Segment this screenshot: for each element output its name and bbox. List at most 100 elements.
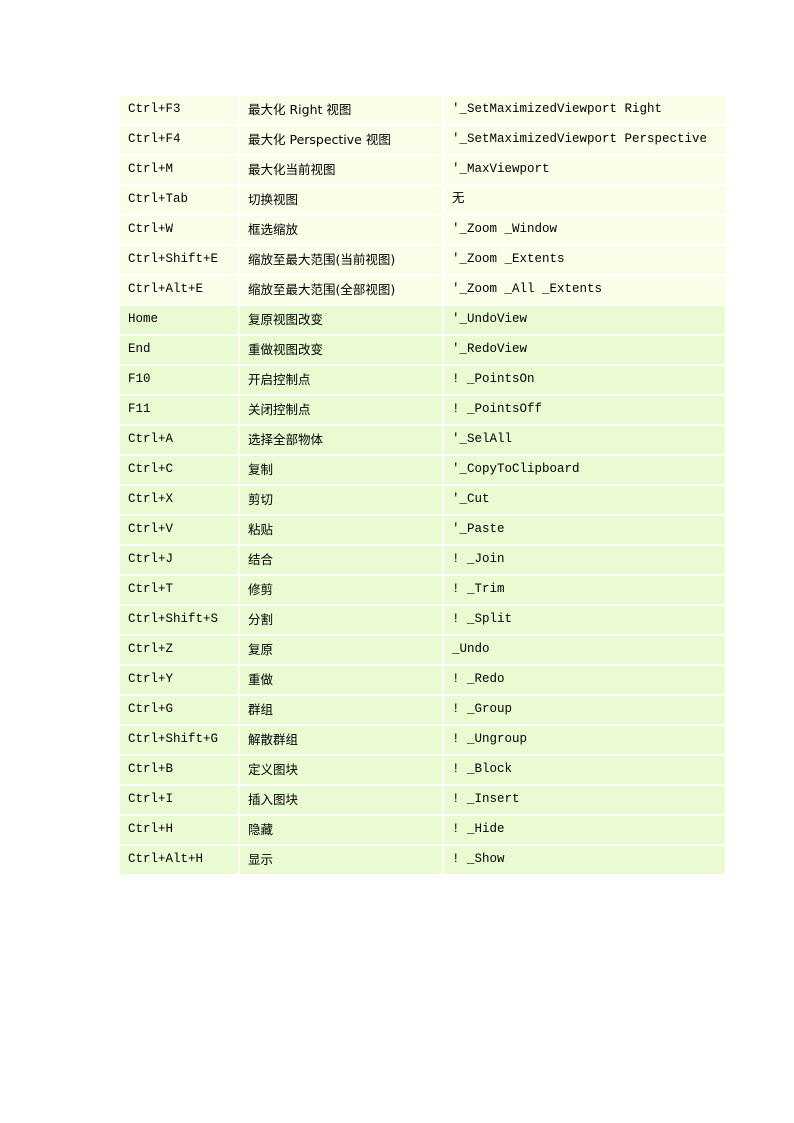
table-row: F11 关闭控制点! _PointsOff (120, 396, 725, 426)
shortcut-description-cell: 重做视图改变 (240, 336, 444, 366)
shortcut-command-cell: ! _Trim (444, 576, 725, 606)
shortcut-key-cell: Home (120, 306, 240, 336)
table-row: Ctrl+C 复制 '_CopyToClipboard (120, 456, 725, 486)
shortcut-command-cell: ! _Hide (444, 816, 725, 846)
shortcut-command-cell: '_RedoView (444, 336, 725, 366)
shortcut-description-cell: 复制 (240, 456, 444, 486)
shortcut-key-cell: Ctrl+Shift+E (120, 246, 240, 276)
table-row: Ctrl+G 群组! _Group (120, 696, 725, 726)
table-row: Home 复原视图改变 '_UndoView (120, 306, 725, 336)
shortcut-description-cell: 解散群组 (240, 726, 444, 756)
table-row: End 重做视图改变 '_RedoView (120, 336, 725, 366)
shortcut-description-cell: 复原视图改变 (240, 306, 444, 336)
shortcut-command-cell: ! _Insert (444, 786, 725, 816)
shortcut-key-cell: Ctrl+T (120, 576, 240, 606)
shortcut-key-cell: Ctrl+I (120, 786, 240, 816)
shortcut-command-cell: ! _Ungroup (444, 726, 725, 756)
shortcut-description-cell: 插入图块 (240, 786, 444, 816)
table-row: Ctrl+W 框选缩放 '_Zoom _Window (120, 216, 725, 246)
shortcut-description-cell: 最大化 Right 视图 (240, 96, 444, 126)
shortcut-description-cell: 缩放至最大范围(当前视图) (240, 246, 444, 276)
shortcut-key-cell: Ctrl+Y (120, 666, 240, 696)
document-page: Ctrl+F3 最大化 Right 视图 '_SetMaximizedViewpor… (0, 0, 794, 1123)
shortcut-key-cell: Ctrl+C (120, 456, 240, 486)
shortcut-command-cell: ! _PointsOff (444, 396, 725, 426)
table-row: F10 开启控制点! _PointsOn (120, 366, 725, 396)
table-row: Ctrl+T 修剪! _Trim (120, 576, 725, 606)
shortcut-command-cell: '_MaxViewport (444, 156, 725, 186)
table-row: Ctrl+F4 最大化 Perspective 视图 '_SetMaximizedV… (120, 126, 725, 156)
shortcut-description-cell: 切换视图 (240, 186, 444, 216)
shortcut-description-cell: 开启控制点 (240, 366, 444, 396)
table-row: Ctrl+Alt+E 缩放至最大范围(全部视图) '_Zoom _All _Exte… (120, 276, 725, 306)
shortcut-description-cell: 复原 (240, 636, 444, 666)
shortcut-description-cell: 最大化 Perspective 视图 (240, 126, 444, 156)
shortcut-command-cell: '_Cut (444, 486, 725, 516)
table-row: Ctrl+Shift+E 缩放至最大范围(当前视图) '_Zoom _Extents (120, 246, 725, 276)
table-row: Ctrl+B 定义图块! _Block (120, 756, 725, 786)
shortcut-description-cell: 隐藏 (240, 816, 444, 846)
shortcut-command-cell: ! _Split (444, 606, 725, 636)
table-row: Ctrl+V 粘贴 '_Paste (120, 516, 725, 546)
shortcut-description-cell: 显示 (240, 846, 444, 876)
shortcut-description-cell: 剪切 (240, 486, 444, 516)
shortcut-command-cell: '_UndoView (444, 306, 725, 336)
shortcut-command-cell: '_SetMaximizedViewport Perspective (444, 126, 725, 156)
shortcut-key-cell: Ctrl+F3 (120, 96, 240, 126)
shortcut-command-cell: ! _Group (444, 696, 725, 726)
shortcut-command-cell: '_CopyToClipboard (444, 456, 725, 486)
table-row: Ctrl+M 最大化当前视图 '_MaxViewport (120, 156, 725, 186)
table-row: Ctrl+H 隐藏! _Hide (120, 816, 725, 846)
shortcut-command-cell: 无 (444, 186, 725, 216)
shortcut-command-cell: '_Zoom _Window (444, 216, 725, 246)
shortcut-key-cell: Ctrl+Alt+E (120, 276, 240, 306)
keyboard-shortcut-table: Ctrl+F3 最大化 Right 视图 '_SetMaximizedViewpor… (120, 96, 725, 876)
table-row: Ctrl+Shift+S 分割! _Split (120, 606, 725, 636)
shortcut-description-cell: 分割 (240, 606, 444, 636)
shortcut-key-cell: Ctrl+X (120, 486, 240, 516)
shortcut-key-cell: Ctrl+Shift+S (120, 606, 240, 636)
shortcut-description-cell: 重做 (240, 666, 444, 696)
shortcut-key-cell: Ctrl+B (120, 756, 240, 786)
shortcut-key-cell: End (120, 336, 240, 366)
shortcut-description-cell: 定义图块 (240, 756, 444, 786)
table-body: Ctrl+F3 最大化 Right 视图 '_SetMaximizedViewpor… (120, 96, 725, 876)
shortcut-description-cell: 粘贴 (240, 516, 444, 546)
shortcut-command-cell: '_SelAll (444, 426, 725, 456)
shortcut-key-cell: Ctrl+Tab (120, 186, 240, 216)
shortcut-description-cell: 最大化当前视图 (240, 156, 444, 186)
table-row: Ctrl+Tab 切换视图无 (120, 186, 725, 216)
shortcut-description-cell: 选择全部物体 (240, 426, 444, 456)
table-row: Ctrl+I 插入图块! _Insert (120, 786, 725, 816)
shortcut-key-cell: Ctrl+Shift+G (120, 726, 240, 756)
shortcut-key-cell: F10 (120, 366, 240, 396)
table-row: Ctrl+Alt+H 显示! _Show (120, 846, 725, 876)
shortcut-command-cell: ! _Show (444, 846, 725, 876)
shortcut-command-cell: _Undo (444, 636, 725, 666)
shortcut-command-cell: ! _PointsOn (444, 366, 725, 396)
shortcut-command-cell: '_Paste (444, 516, 725, 546)
shortcut-description-cell: 关闭控制点 (240, 396, 444, 426)
shortcut-key-cell: Ctrl+A (120, 426, 240, 456)
shortcut-key-cell: Ctrl+G (120, 696, 240, 726)
table-row: Ctrl+J 结合! _Join (120, 546, 725, 576)
shortcut-description-cell: 缩放至最大范围(全部视图) (240, 276, 444, 306)
shortcut-description-cell: 框选缩放 (240, 216, 444, 246)
table-row: Ctrl+A 选择全部物体 '_SelAll (120, 426, 725, 456)
shortcut-key-cell: Ctrl+W (120, 216, 240, 246)
shortcut-command-cell: '_Zoom _Extents (444, 246, 725, 276)
shortcut-key-cell: Ctrl+M (120, 156, 240, 186)
table-row: Ctrl+X 剪切 '_Cut (120, 486, 725, 516)
shortcut-key-cell: Ctrl+F4 (120, 126, 240, 156)
shortcut-description-cell: 群组 (240, 696, 444, 726)
shortcut-key-cell: Ctrl+H (120, 816, 240, 846)
shortcut-command-cell: '_Zoom _All _Extents (444, 276, 725, 306)
table-row: Ctrl+F3 最大化 Right 视图 '_SetMaximizedViewpor… (120, 96, 725, 126)
table-row: Ctrl+Z 复原 _Undo (120, 636, 725, 666)
shortcut-command-cell: '_SetMaximizedViewport Right (444, 96, 725, 126)
table-row: Ctrl+Shift+G 解散群组! _Ungroup (120, 726, 725, 756)
shortcut-key-cell: Ctrl+J (120, 546, 240, 576)
shortcut-description-cell: 结合 (240, 546, 444, 576)
shortcut-command-cell: ! _Redo (444, 666, 725, 696)
shortcut-command-cell: ! _Block (444, 756, 725, 786)
